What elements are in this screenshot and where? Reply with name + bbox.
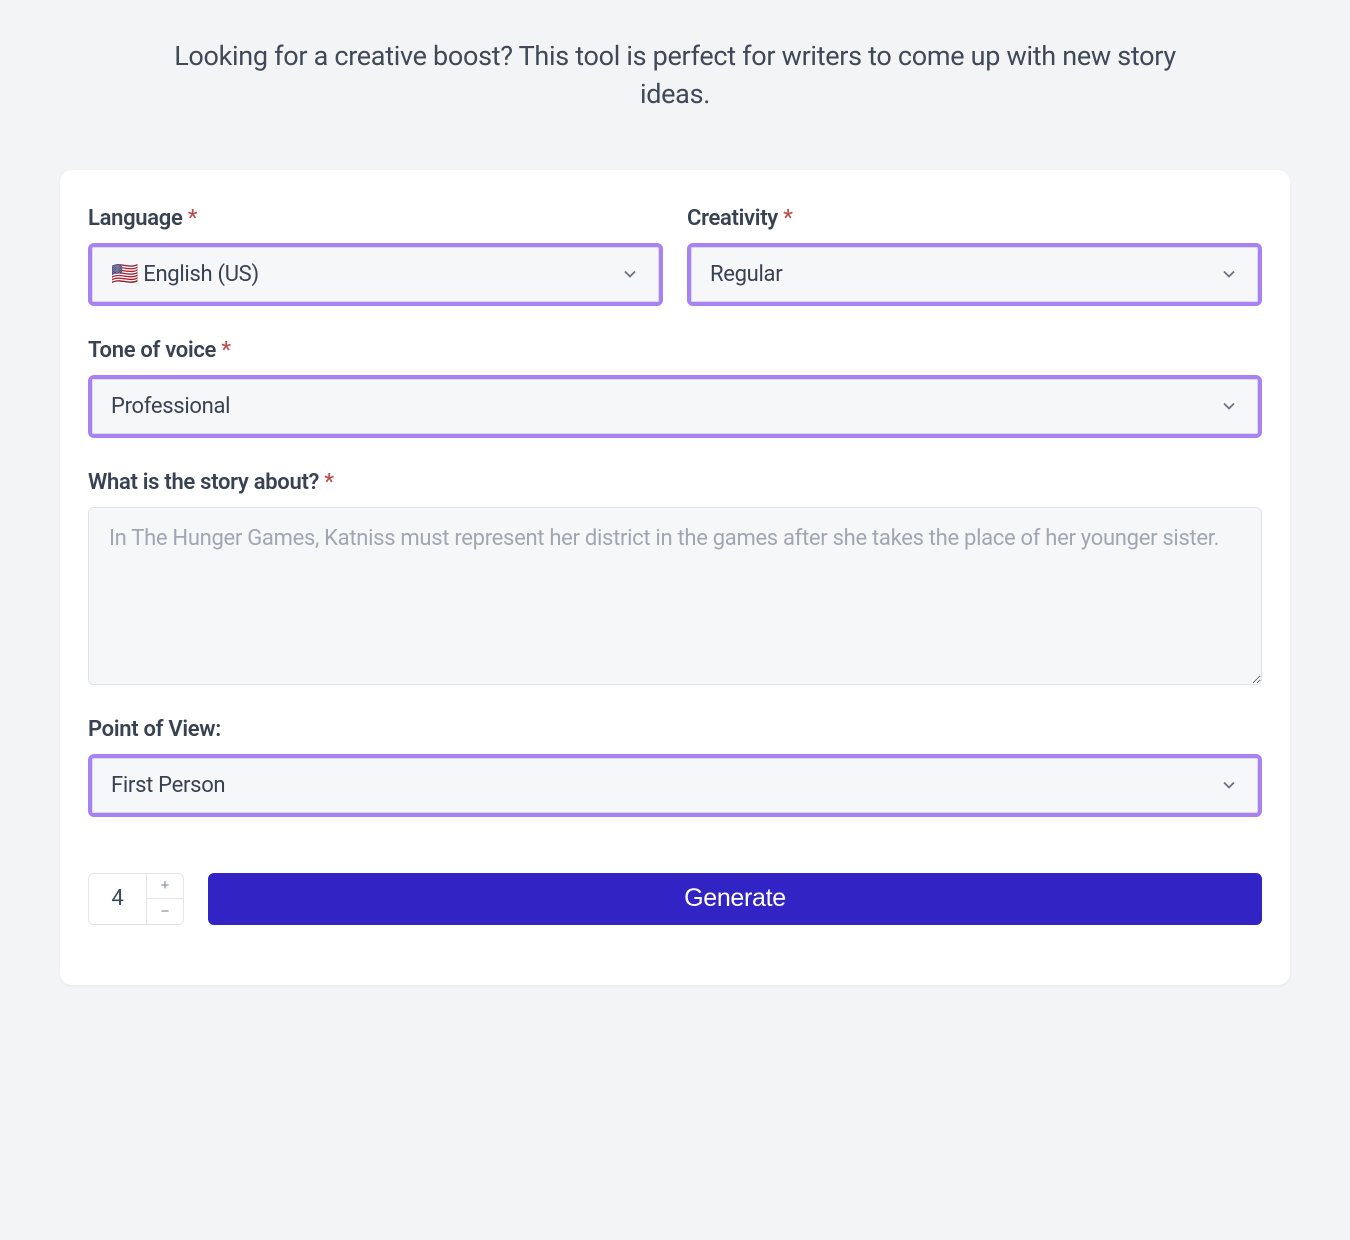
chevron-down-icon xyxy=(620,264,640,284)
creativity-field: Creativity * Regular xyxy=(687,206,1262,306)
tone-value: Professional xyxy=(111,394,230,419)
story-label-text: What is the story about? xyxy=(88,470,319,495)
language-value: 🇺🇸 English (US) xyxy=(111,262,259,287)
form-card: Language * 🇺🇸 English (US) Creativity * xyxy=(60,170,1290,985)
quantity-decrement[interactable]: − xyxy=(147,899,183,924)
generate-button[interactable]: Generate xyxy=(208,873,1262,925)
creativity-label-text: Creativity xyxy=(687,206,778,231)
pov-value: First Person xyxy=(111,773,225,798)
creativity-select-wrapper: Regular xyxy=(687,243,1262,306)
minus-icon: − xyxy=(161,904,170,919)
tone-field: Tone of voice * Professional xyxy=(88,338,1262,438)
actions-row: 4 + − Generate xyxy=(88,873,1262,925)
story-label: What is the story about? * xyxy=(88,470,1262,495)
tone-select-wrapper: Professional xyxy=(88,375,1262,438)
pov-field: Point of View: First Person xyxy=(88,717,1262,817)
required-marker: * xyxy=(324,470,333,495)
tone-label: Tone of voice * xyxy=(88,338,1262,363)
tone-select[interactable]: Professional xyxy=(92,379,1258,434)
language-select[interactable]: 🇺🇸 English (US) xyxy=(92,247,659,302)
creativity-value: Regular xyxy=(710,262,782,287)
story-textarea[interactable] xyxy=(88,507,1262,685)
stepper-buttons: + − xyxy=(147,874,183,924)
story-field: What is the story about? * xyxy=(88,470,1262,685)
language-select-wrapper: 🇺🇸 English (US) xyxy=(88,243,663,306)
plus-icon: + xyxy=(161,878,170,893)
language-field: Language * 🇺🇸 English (US) xyxy=(88,206,663,306)
chevron-down-icon xyxy=(1219,396,1239,416)
pov-label: Point of View: xyxy=(88,717,1262,742)
chevron-down-icon xyxy=(1219,264,1239,284)
language-label: Language * xyxy=(88,206,663,231)
quantity-increment[interactable]: + xyxy=(147,874,183,900)
required-marker: * xyxy=(221,338,230,363)
page-subtitle: Looking for a creative boost? This tool … xyxy=(60,0,1290,170)
chevron-down-icon xyxy=(1219,775,1239,795)
pov-select[interactable]: First Person xyxy=(92,758,1258,813)
pov-select-wrapper: First Person xyxy=(88,754,1262,817)
required-marker: * xyxy=(188,206,197,231)
tone-label-text: Tone of voice xyxy=(88,338,216,363)
quantity-stepper: 4 + − xyxy=(88,873,184,925)
required-marker: * xyxy=(783,206,792,231)
creativity-label: Creativity * xyxy=(687,206,1262,231)
creativity-select[interactable]: Regular xyxy=(691,247,1258,302)
language-label-text: Language xyxy=(88,206,183,231)
quantity-value[interactable]: 4 xyxy=(89,874,147,924)
